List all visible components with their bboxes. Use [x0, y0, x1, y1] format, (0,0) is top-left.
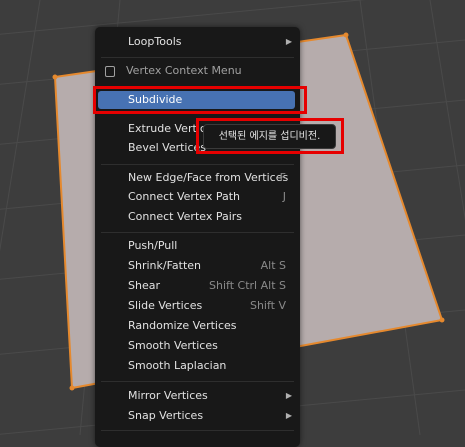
menu-separator: [101, 381, 294, 382]
menu-item-label: Slide Vertices: [128, 299, 203, 312]
menu-item-label: New Edge/Face from Vertices: [128, 171, 289, 184]
menu-item-connect-vertex-pairs[interactable]: Connect Vertex Pairs: [95, 207, 300, 227]
menu-item-label: Push/Pull: [128, 239, 178, 252]
menu-title: Vertex Context Menu: [95, 59, 300, 83]
menu-item-label: Smooth Laplacian: [128, 359, 227, 372]
menu-item-label: Shrink/Fatten: [128, 259, 202, 272]
menu-item-label: Mirror Vertices: [128, 389, 208, 402]
menu-item-shortcut: Shift V: [249, 299, 286, 312]
menu-item-label: Randomize Vertices: [128, 319, 237, 332]
menu-item-label: Shear: [128, 279, 160, 292]
triangle-right-icon: ▶: [285, 411, 292, 420]
menu-item-randomize-vertices[interactable]: Randomize Vertices: [95, 316, 300, 336]
menu-item-label: Connect Vertex Path: [128, 190, 240, 203]
menu-item-label: Bevel Vertices: [128, 141, 207, 154]
menu-item-looptools[interactable]: LoopTools ▶: [95, 32, 300, 52]
menu-separator: [101, 430, 294, 431]
menu-item-connect-vertex-path[interactable]: Connect Vertex Path J: [95, 187, 300, 207]
menu-item-new-edge-face[interactable]: New Edge/Face from Vertices F: [95, 168, 300, 188]
menu-separator: [101, 232, 294, 233]
menu-item-smooth-laplacian[interactable]: Smooth Laplacian: [95, 356, 300, 376]
menu-item-label: LoopTools: [128, 35, 182, 48]
menu-item-snap-vertices[interactable]: Snap Vertices ▶: [95, 406, 300, 426]
triangle-right-icon: ▶: [285, 37, 292, 46]
menu-item-push-pull[interactable]: Push/Pull: [95, 236, 300, 256]
menu-item-label: Smooth Vertices: [128, 339, 218, 352]
menu-item-shortcut: Alt S: [260, 259, 286, 272]
callout-box-subdivide: [93, 86, 307, 114]
vertex-menu-icon: [105, 66, 115, 77]
menu-item-mirror-vertices[interactable]: Mirror Vertices ▶: [95, 386, 300, 406]
callout-box-tooltip: [196, 118, 344, 154]
menu-item-shortcut: F: [279, 171, 286, 184]
menu-item-shear[interactable]: Shear Shift Ctrl Alt S: [95, 276, 300, 296]
menu-item-shrink-fatten[interactable]: Shrink/Fatten Alt S: [95, 256, 300, 276]
menu-item-label: Snap Vertices: [128, 409, 204, 422]
triangle-right-icon: ▶: [285, 391, 292, 400]
menu-item-shortcut: J: [282, 190, 286, 203]
menu-separator: [101, 164, 294, 165]
menu-item-slide-vertices[interactable]: Slide Vertices Shift V: [95, 296, 300, 316]
menu-item-shortcut: Shift Ctrl Alt S: [209, 279, 286, 292]
menu-title-label: Vertex Context Menu: [126, 64, 242, 77]
menu-item-label: Connect Vertex Pairs: [128, 210, 243, 223]
menu-separator: [101, 57, 294, 58]
menu-item-smooth-vertices[interactable]: Smooth Vertices: [95, 336, 300, 356]
